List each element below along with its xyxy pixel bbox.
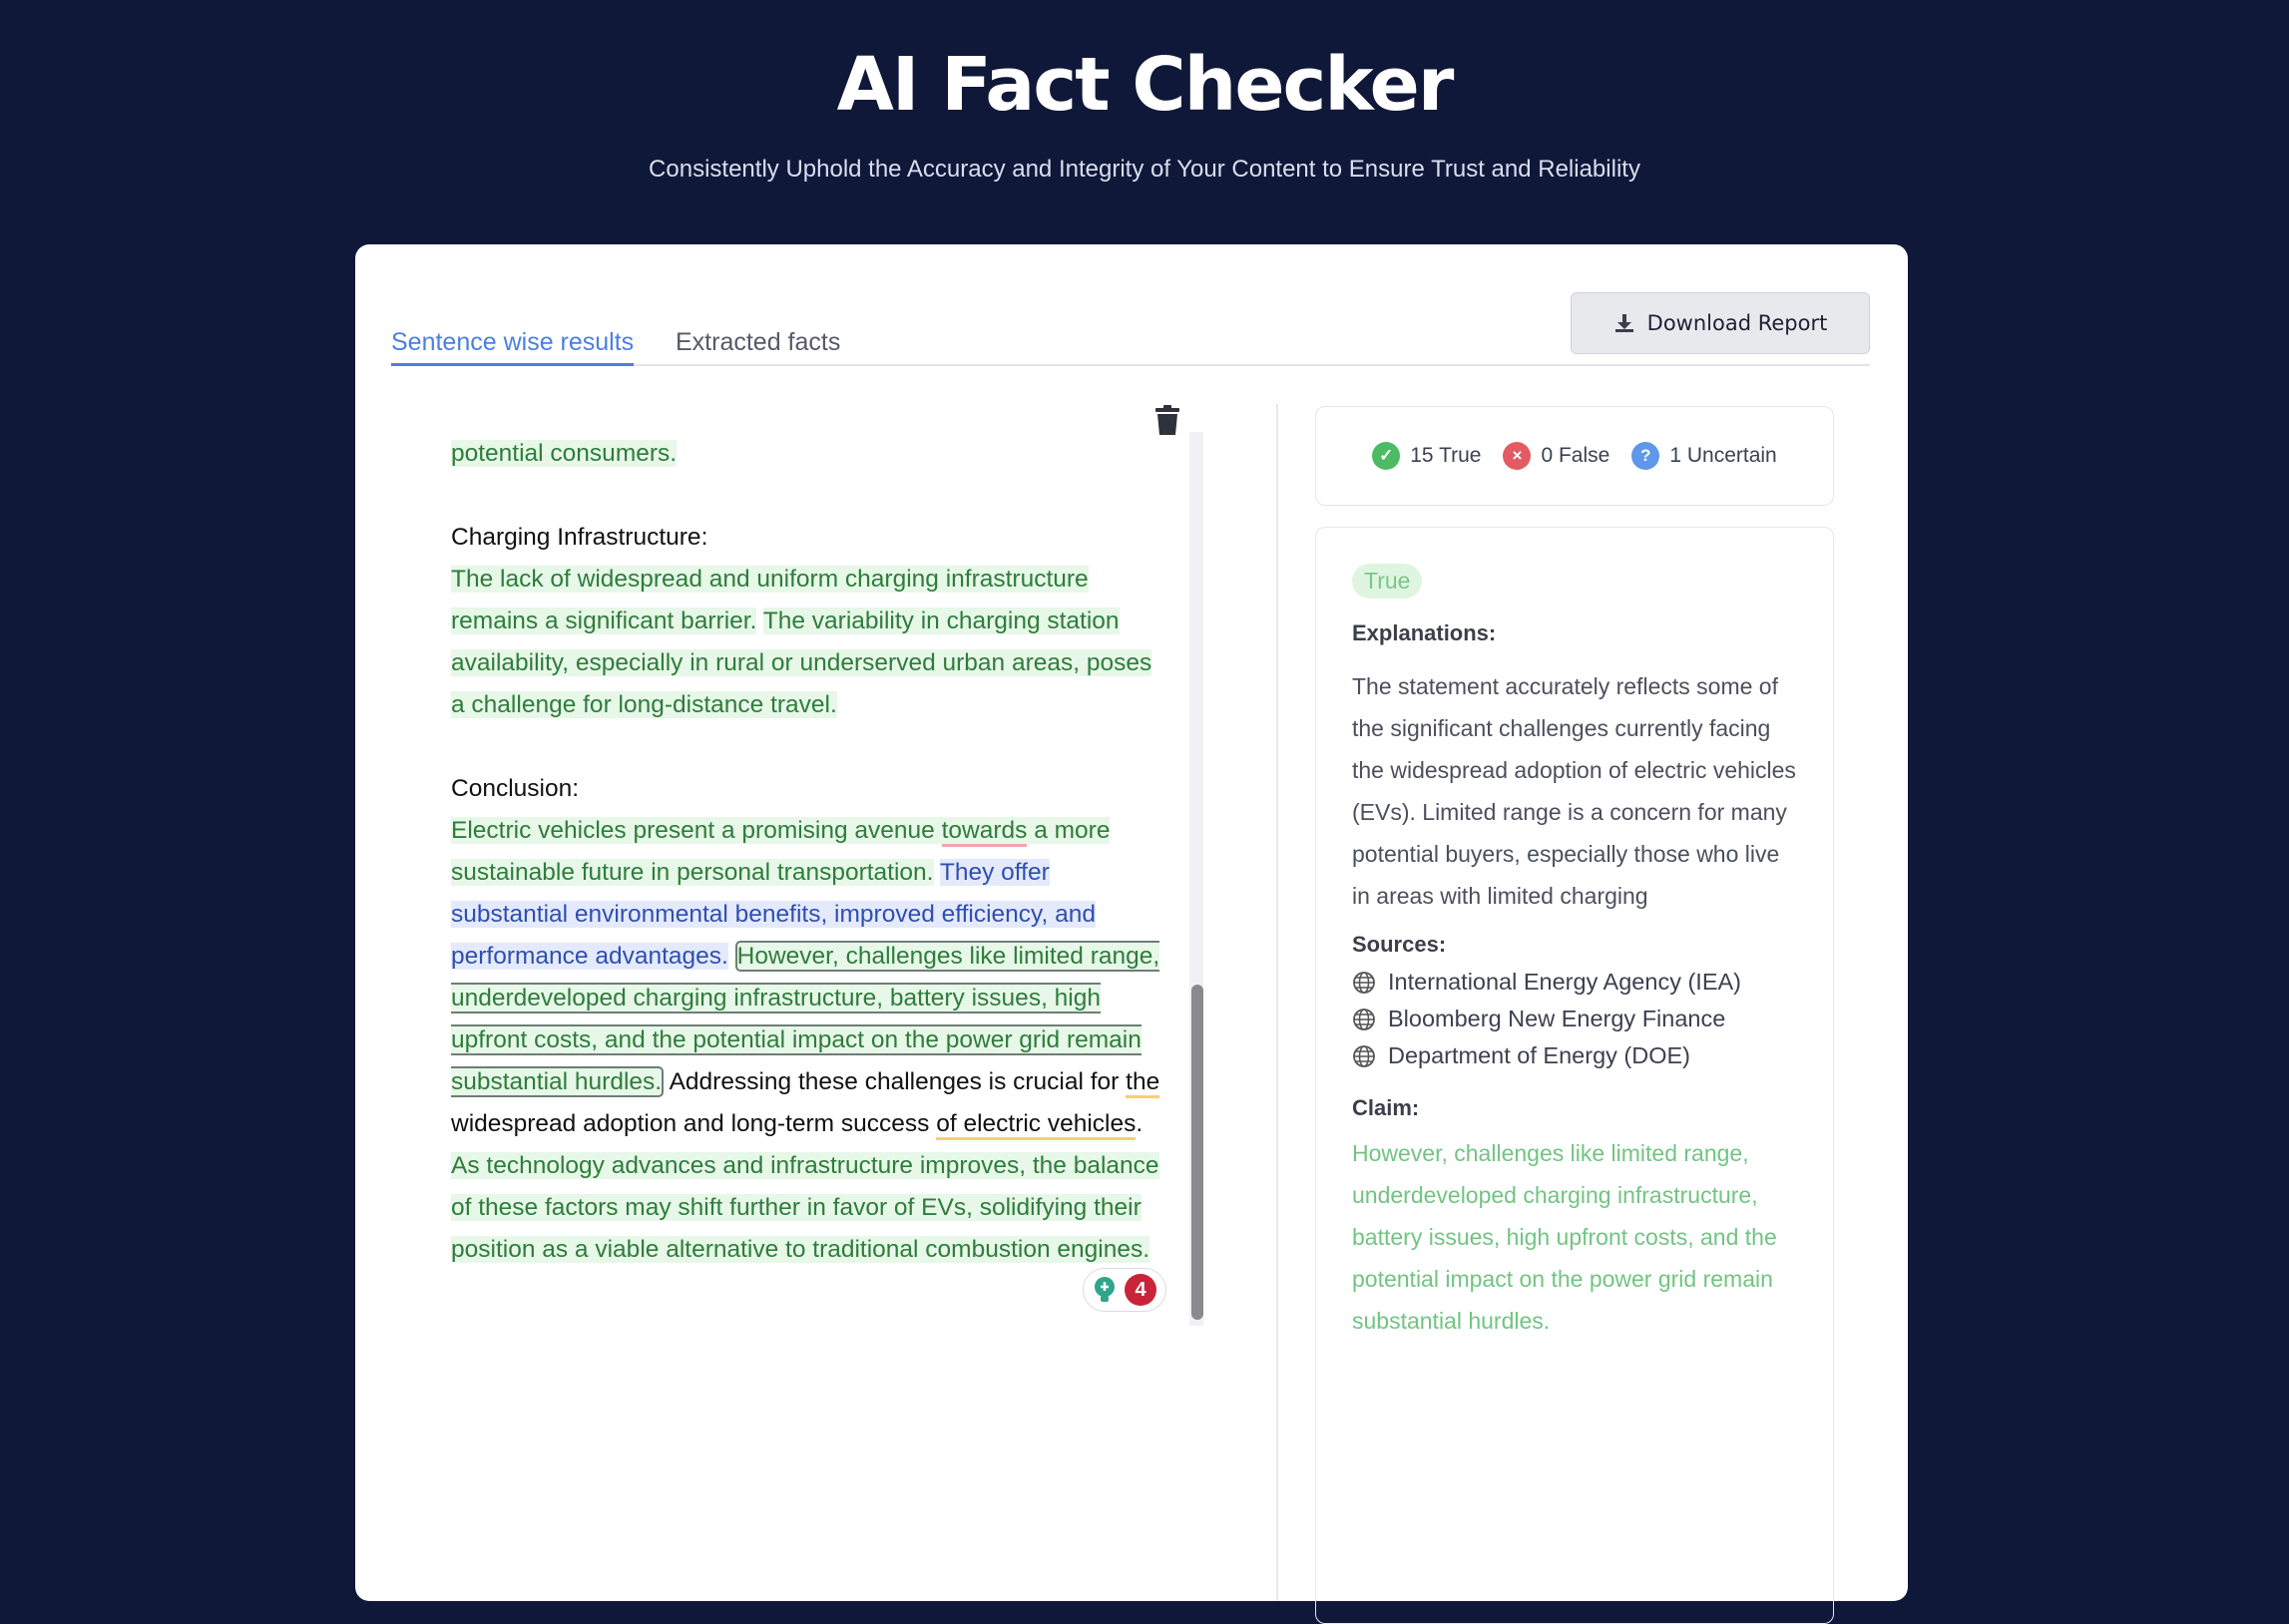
grammar-flag[interactable]: towards: [941, 817, 1028, 847]
uncertain-count[interactable]: ? 1 Uncertain: [1631, 442, 1777, 470]
download-report-label: Download Report: [1646, 311, 1828, 335]
suggestions-badge[interactable]: 4: [1083, 1268, 1166, 1312]
status-badge: True: [1352, 564, 1423, 599]
sources-label: Sources:: [1352, 932, 1447, 957]
panel-divider: [1276, 404, 1278, 1601]
check-circle-icon: ✓: [1372, 442, 1401, 470]
explanations-label: Explanations:: [1352, 620, 1497, 645]
download-icon: [1614, 314, 1633, 332]
globe-icon: [1353, 971, 1375, 994]
trash-icon[interactable]: [1153, 404, 1181, 436]
section-heading: Conclusion:: [451, 775, 580, 802]
lightbulb-icon: [1095, 1277, 1115, 1302]
style-flag[interactable]: the: [1126, 1068, 1160, 1098]
checked-text-editor[interactable]: potential consumers. Charging Infrastruc…: [451, 433, 1169, 1271]
source-link[interactable]: Bloomberg New Energy Finance: [1352, 1006, 1725, 1032]
issue-count: 4: [1125, 1274, 1156, 1306]
download-report-button[interactable]: Download Report: [1571, 292, 1870, 354]
x-circle-icon: ×: [1503, 442, 1532, 470]
page-subtitle: Consistently Uphold the Accuracy and Int…: [649, 156, 1640, 183]
source-link[interactable]: International Energy Agency (IEA): [1352, 969, 1741, 996]
sentence-true[interactable]: As technology advances and infrastructur…: [451, 1152, 1159, 1263]
style-flag[interactable]: of electric vehicles: [936, 1110, 1137, 1140]
claim-label: Claim:: [1352, 1095, 1420, 1120]
claim-text: However, challenges like limited range, …: [1352, 1140, 1777, 1334]
globe-icon: [1353, 1008, 1375, 1030]
fact-checker-card: Sentence wise results Extracted facts Do…: [355, 244, 1908, 1624]
scrollbar-thumb[interactable]: [1191, 985, 1203, 1320]
globe-icon: [1353, 1044, 1375, 1067]
summary-stats: ✓ 15 True × 0 False ? 1 Uncertain: [1315, 406, 1834, 506]
explanation-text: The statement accurately reflects some o…: [1352, 673, 1796, 909]
section-heading: Charging Infrastructure:: [451, 524, 708, 551]
source-link[interactable]: Department of Energy (DOE): [1352, 1042, 1690, 1069]
sentence-true[interactable]: potential consumers.: [451, 440, 678, 467]
false-count[interactable]: × 0 False: [1503, 442, 1609, 470]
fact-details-panel: True Explanations: The statement accurat…: [1315, 527, 1834, 1624]
tab-sentence-wise-results[interactable]: Sentence wise results: [391, 328, 635, 366]
page-title: AI Fact Checker: [836, 42, 1455, 128]
question-circle-icon: ?: [1631, 442, 1660, 470]
tab-extracted-facts[interactable]: Extracted facts: [676, 328, 840, 363]
true-count[interactable]: ✓ 15 True: [1372, 442, 1481, 470]
